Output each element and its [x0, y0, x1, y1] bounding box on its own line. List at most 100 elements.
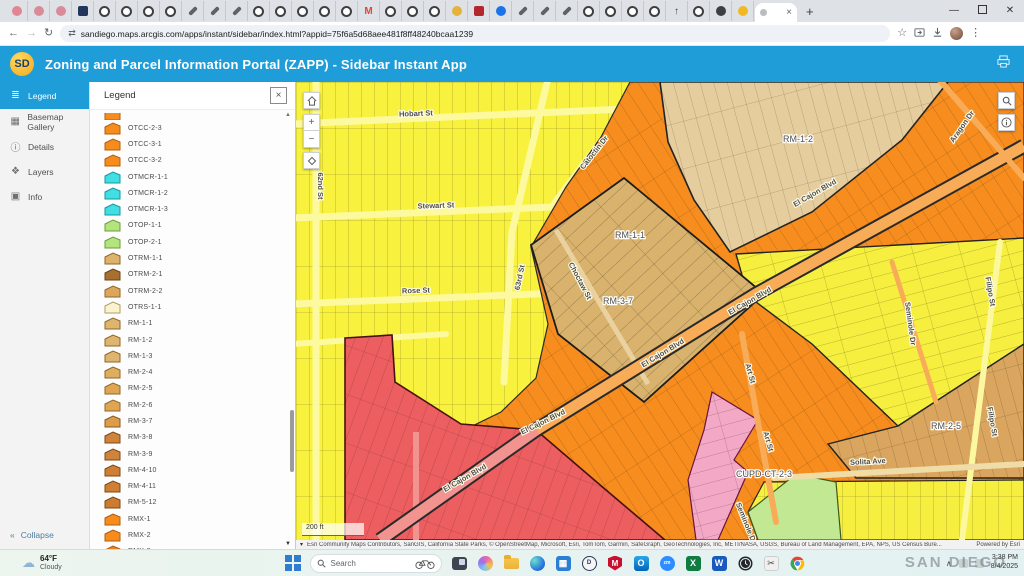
browser-tab[interactable] — [710, 1, 732, 21]
sidebar-item-info[interactable]: ▣Info — [0, 184, 89, 209]
legend-item-RM-1-1[interactable]: RM-1-1 — [104, 316, 295, 332]
collapse-button[interactable]: « Collapse — [10, 530, 54, 540]
browser-panel-icon[interactable] — [914, 27, 925, 41]
attribution-expand-icon[interactable]: ▾ — [300, 541, 303, 548]
browser-tab[interactable] — [182, 1, 204, 21]
browser-tab[interactable] — [556, 1, 578, 21]
clock-icon[interactable] — [737, 555, 754, 572]
legend-close-icon[interactable]: × — [270, 87, 287, 104]
new-tab-button[interactable]: + — [797, 4, 823, 19]
legend-item-RM-1-2[interactable]: RM-1-2 — [104, 332, 295, 348]
browser-tab[interactable] — [28, 1, 50, 21]
store-icon[interactable]: ▦ — [555, 555, 572, 572]
scroll-down-icon[interactable]: ▼ — [285, 541, 291, 547]
taskbar-search[interactable]: Search — [310, 554, 442, 573]
tray-chevron-icon[interactable]: ∧ — [946, 559, 952, 568]
browser-tab[interactable] — [6, 1, 28, 21]
legend-item-OTRM-2-2[interactable]: OTRM-2-2 — [104, 283, 295, 299]
back-icon[interactable]: ← — [8, 28, 19, 39]
legend-item-RM-3-9[interactable]: RM-3-9 — [104, 446, 295, 462]
browser-tab[interactable] — [688, 1, 710, 21]
zoom-out-button[interactable]: − — [303, 131, 320, 148]
task-view-icon[interactable] — [451, 555, 468, 572]
windows-start-icon[interactable] — [285, 555, 301, 571]
browser-tab[interactable] — [138, 1, 160, 21]
legend-item-RMX-2[interactable]: RMX-2 — [104, 527, 295, 543]
legend-item-RM-4-11[interactable]: RM-4-11 — [104, 479, 295, 495]
legend-item-OTOP-2-1[interactable]: OTOP-2-1 — [104, 234, 295, 250]
browser-tab[interactable] — [270, 1, 292, 21]
browser-tab[interactable] — [292, 1, 314, 21]
tab-close-icon[interactable]: × — [786, 8, 792, 18]
tray-icon[interactable] — [975, 559, 984, 568]
legend-item-RM-4-10[interactable]: RM-4-10 — [104, 462, 295, 478]
browser-tab[interactable] — [534, 1, 556, 21]
legend-item-RMX-1[interactable]: RMX-1 — [104, 511, 295, 527]
explorer-icon[interactable] — [503, 555, 520, 572]
browser-tab[interactable] — [424, 1, 446, 21]
word-icon[interactable]: W — [711, 555, 728, 572]
site-info-icon[interactable]: ⇄ — [68, 29, 76, 38]
sidebar-item-legend[interactable]: ≣Legend — [0, 82, 89, 109]
close-button[interactable]: ✕ — [996, 5, 1024, 17]
download-icon[interactable] — [932, 27, 943, 41]
map-container[interactable]: Hobart StStewart StRose St62nd St63rd St… — [296, 82, 1024, 540]
browser-tab[interactable]: ↑ — [666, 1, 688, 21]
browser-tab[interactable] — [490, 1, 512, 21]
legend-item-RM-5-12[interactable]: RM-5-12 — [104, 495, 295, 511]
profile-avatar[interactable] — [950, 27, 963, 40]
browser-tab[interactable] — [380, 1, 402, 21]
outlook-icon[interactable]: O — [633, 555, 650, 572]
browser-tab[interactable] — [72, 1, 94, 21]
legend-item-OTMCR-1-1[interactable]: OTMCR-1-1 — [104, 169, 295, 185]
legend-scrollbar-thumb[interactable] — [290, 410, 294, 472]
chrome-icon[interactable] — [789, 555, 806, 572]
sidebar-item-basemap-gallery[interactable]: ▦Basemap Gallery — [0, 109, 89, 134]
browser-tab[interactable] — [94, 1, 116, 21]
dell-icon[interactable]: D — [581, 555, 598, 572]
zoom-icon[interactable]: zm — [659, 555, 676, 572]
browser-tab[interactable]: M — [358, 1, 380, 21]
legend-item-OTRM-1-1[interactable]: OTRM-1-1 — [104, 250, 295, 266]
browser-tab[interactable] — [50, 1, 72, 21]
browser-tab[interactable] — [732, 1, 754, 21]
copilot-icon[interactable] — [477, 555, 494, 572]
mcafee-icon[interactable]: M — [607, 555, 624, 572]
browser-tab[interactable] — [600, 1, 622, 21]
browser-tab[interactable] — [160, 1, 182, 21]
maximize-button[interactable] — [968, 5, 996, 17]
legend-item-OTCC-3-1[interactable]: OTCC-3-1 — [104, 136, 295, 152]
zoning-map[interactable]: Hobart StStewart StRose St62nd St63rd St… — [296, 82, 1024, 540]
excel-icon[interactable]: X — [685, 555, 702, 572]
bookmark-star-icon[interactable]: ☆ — [897, 28, 907, 39]
reload-icon[interactable]: ↻ — [44, 28, 53, 39]
edge-icon[interactable] — [529, 555, 546, 572]
forward-icon[interactable]: → — [26, 28, 37, 39]
weather-widget[interactable]: ☁ 64°F Cloudy — [22, 554, 62, 571]
locate-button[interactable] — [303, 152, 320, 169]
print-icon[interactable] — [997, 55, 1010, 73]
browser-tab[interactable] — [116, 1, 138, 21]
legend-item-partial[interactable] — [104, 113, 124, 120]
sidebar-item-layers[interactable]: ❖Layers — [0, 159, 89, 184]
sidebar-item-details[interactable]: ⓘDetails — [0, 134, 89, 159]
browser-tab[interactable] — [512, 1, 534, 21]
legend-item-OTRM-2-1[interactable]: OTRM-2-1 — [104, 267, 295, 283]
snip-icon[interactable]: ✂ — [763, 555, 780, 572]
legend-item-OTMCR-1-3[interactable]: OTMCR-1-3 — [104, 201, 295, 217]
browser-tab[interactable] — [226, 1, 248, 21]
legend-item-RM-3-8[interactable]: RM-3-8 — [104, 430, 295, 446]
browser-tab[interactable] — [622, 1, 644, 21]
legend-item-OTCC-3-2[interactable]: OTCC-3-2 — [104, 153, 295, 169]
legend-item-RM-2-5[interactable]: RM-2-5 — [104, 381, 295, 397]
scroll-up-icon[interactable]: ▲ — [285, 112, 291, 118]
browser-tab[interactable] — [402, 1, 424, 21]
zoom-in-button[interactable]: + — [303, 114, 320, 131]
legend-item-RM-1-3[interactable]: RM-1-3 — [104, 348, 295, 364]
minimize-button[interactable]: — — [940, 5, 968, 17]
legend-item-OTMCR-1-2[interactable]: OTMCR-1-2 — [104, 185, 295, 201]
home-button[interactable] — [303, 92, 320, 109]
legend-item-RM-3-7[interactable]: RM-3-7 — [104, 413, 295, 429]
browser-tab[interactable] — [468, 1, 490, 21]
browser-tab[interactable] — [644, 1, 666, 21]
